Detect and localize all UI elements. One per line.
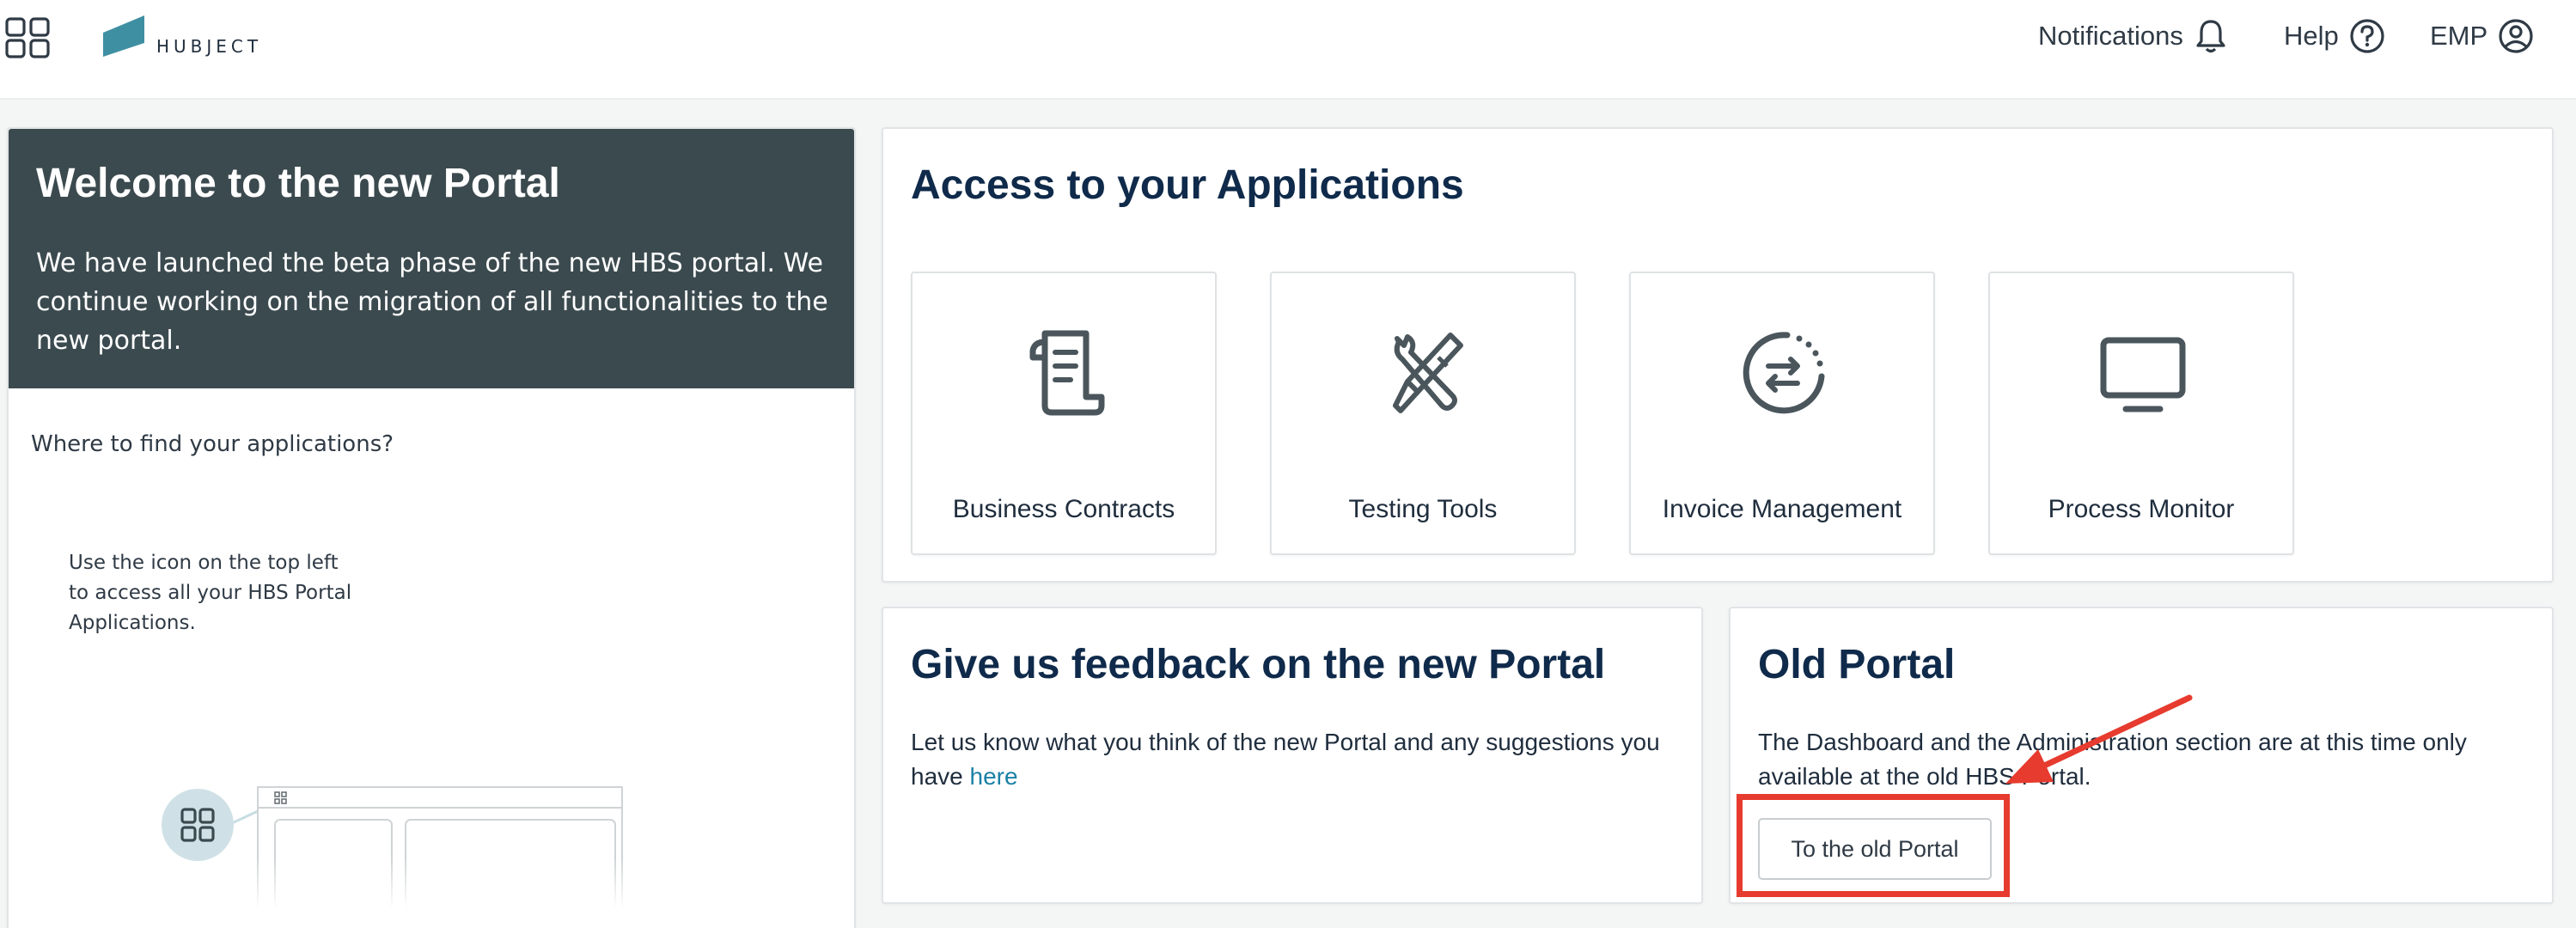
contract-scroll-icon <box>1029 330 1105 416</box>
welcome-title: Welcome to the new Portal <box>36 161 560 206</box>
user-avatar-icon <box>2499 19 2533 53</box>
portal-illustration-icon <box>162 786 634 909</box>
tools-icon <box>1393 333 1463 413</box>
feedback-body: Let us know what you think of the new Po… <box>911 729 1660 790</box>
feedback-text: Let us know what you think of the new Po… <box>911 725 1684 794</box>
top-bar: HUBJECT Notifications Help EMP <box>0 0 2576 100</box>
find-apps-heading: Where to find your applications? <box>31 431 394 457</box>
app-tile-label: Invoice Management <box>1662 495 1902 523</box>
app-tile-label: Testing Tools <box>1348 495 1498 523</box>
help-circle-icon <box>2350 19 2384 53</box>
feedback-card: Give us feedback on the new Portal Let u… <box>882 607 1703 904</box>
old-portal-text: The Dashboard and the Administration sec… <box>1758 729 2467 790</box>
notifications-button[interactable]: Notifications <box>2038 17 2228 55</box>
app-tile-invoice-management[interactable]: Invoice Management <box>1629 272 1935 555</box>
help-button[interactable]: Help <box>2284 17 2385 55</box>
notifications-label: Notifications <box>2038 21 2183 51</box>
feedback-title: Give us feedback on the new Portal <box>911 642 1606 687</box>
apps-grid-icon[interactable] <box>5 17 50 58</box>
user-menu-button[interactable]: EMP <box>2430 17 2534 55</box>
help-label: Help <box>2284 21 2339 51</box>
app-tile-label: Process Monitor <box>2048 495 2235 523</box>
applications-card: Access to your Applications Business Con… <box>882 127 2554 583</box>
old-portal-title: Old Portal <box>1758 642 1956 687</box>
welcome-card: Welcome to the new Portal We have launch… <box>7 127 856 928</box>
welcome-header: Welcome to the new Portal We have launch… <box>9 129 854 388</box>
to-old-portal-button[interactable]: To the old Portal <box>1758 818 1992 880</box>
monitor-icon <box>2100 337 2186 412</box>
user-label: EMP <box>2430 21 2488 51</box>
app-tile-business-contracts[interactable]: Business Contracts <box>911 272 1217 555</box>
old-portal-card: Old Portal The Dashboard and the Adminis… <box>1729 607 2554 904</box>
bell-icon <box>2196 20 2225 53</box>
applications-title: Access to your Applications <box>911 162 1464 208</box>
app-tile-testing-tools[interactable]: Testing Tools <box>1270 272 1576 555</box>
app-tile-process-monitor[interactable]: Process Monitor <box>1988 272 2294 555</box>
feedback-link[interactable]: here <box>970 763 1018 790</box>
invoice-exchange-icon <box>1743 332 1825 414</box>
logo-text[interactable]: HUBJECT <box>156 36 262 57</box>
app-tile-label: Business Contracts <box>952 495 1175 523</box>
use-icon-hint: Use the icon on the top left to access a… <box>69 552 352 634</box>
welcome-text: We have launched the beta phase of the n… <box>36 248 828 356</box>
